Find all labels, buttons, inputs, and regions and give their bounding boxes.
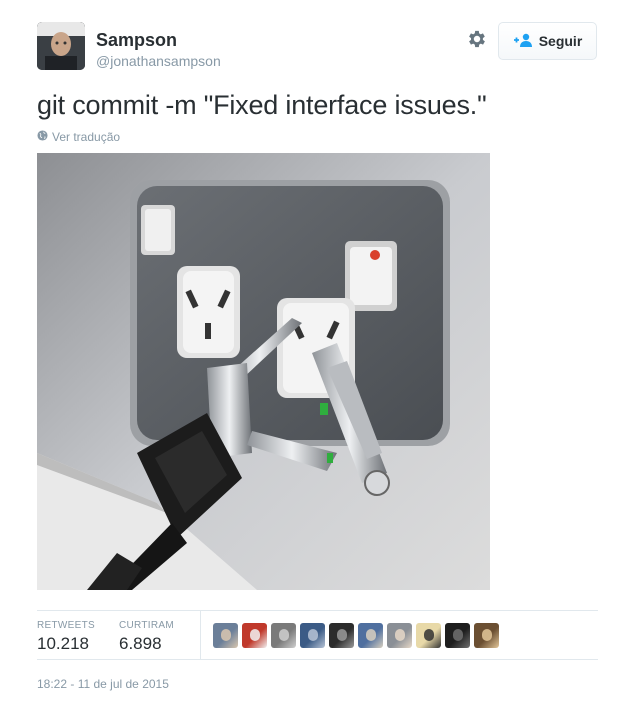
- follow-button[interactable]: Seguir: [498, 22, 597, 60]
- translate-label: Ver tradução: [52, 130, 121, 144]
- liker-avatars: [213, 623, 499, 648]
- avatar[interactable]: [37, 22, 85, 70]
- liker-avatar[interactable]: [445, 623, 470, 648]
- globe-icon: [37, 130, 48, 144]
- liker-avatar[interactable]: [416, 623, 441, 648]
- retweets-label: RETWEETS: [37, 620, 95, 631]
- tweet-timestamp[interactable]: 18:22 - 11 de jul de 2015: [37, 677, 169, 691]
- retweets-count: 10.218: [37, 634, 89, 653]
- gear-icon[interactable]: [466, 28, 488, 50]
- liker-avatar[interactable]: [329, 623, 354, 648]
- tweet-photo[interactable]: [37, 153, 490, 590]
- retweets-stat[interactable]: RETWEETS 10.218: [37, 620, 95, 654]
- liker-avatar[interactable]: [387, 623, 412, 648]
- stats-separator: [200, 611, 201, 659]
- stats-top-divider: [37, 610, 598, 611]
- author-name[interactable]: Sampson: [96, 30, 177, 51]
- stats-bottom-divider: [37, 659, 598, 660]
- follow-label: Seguir: [538, 33, 583, 49]
- author-handle[interactable]: @jonathansampson: [96, 53, 221, 69]
- likes-label: CURTIRAM: [119, 620, 174, 631]
- liker-avatar[interactable]: [474, 623, 499, 648]
- tweet-text: git commit -m "Fixed interface issues.": [37, 90, 487, 120]
- liker-avatar[interactable]: [213, 623, 238, 648]
- liker-avatar[interactable]: [242, 623, 267, 648]
- translate-link[interactable]: Ver tradução: [37, 130, 120, 144]
- liker-avatar[interactable]: [358, 623, 383, 648]
- add-user-icon: [513, 33, 533, 50]
- likes-count: 6.898: [119, 634, 162, 653]
- liker-avatar[interactable]: [300, 623, 325, 648]
- likes-stat[interactable]: CURTIRAM 6.898: [119, 620, 174, 654]
- liker-avatar[interactable]: [271, 623, 296, 648]
